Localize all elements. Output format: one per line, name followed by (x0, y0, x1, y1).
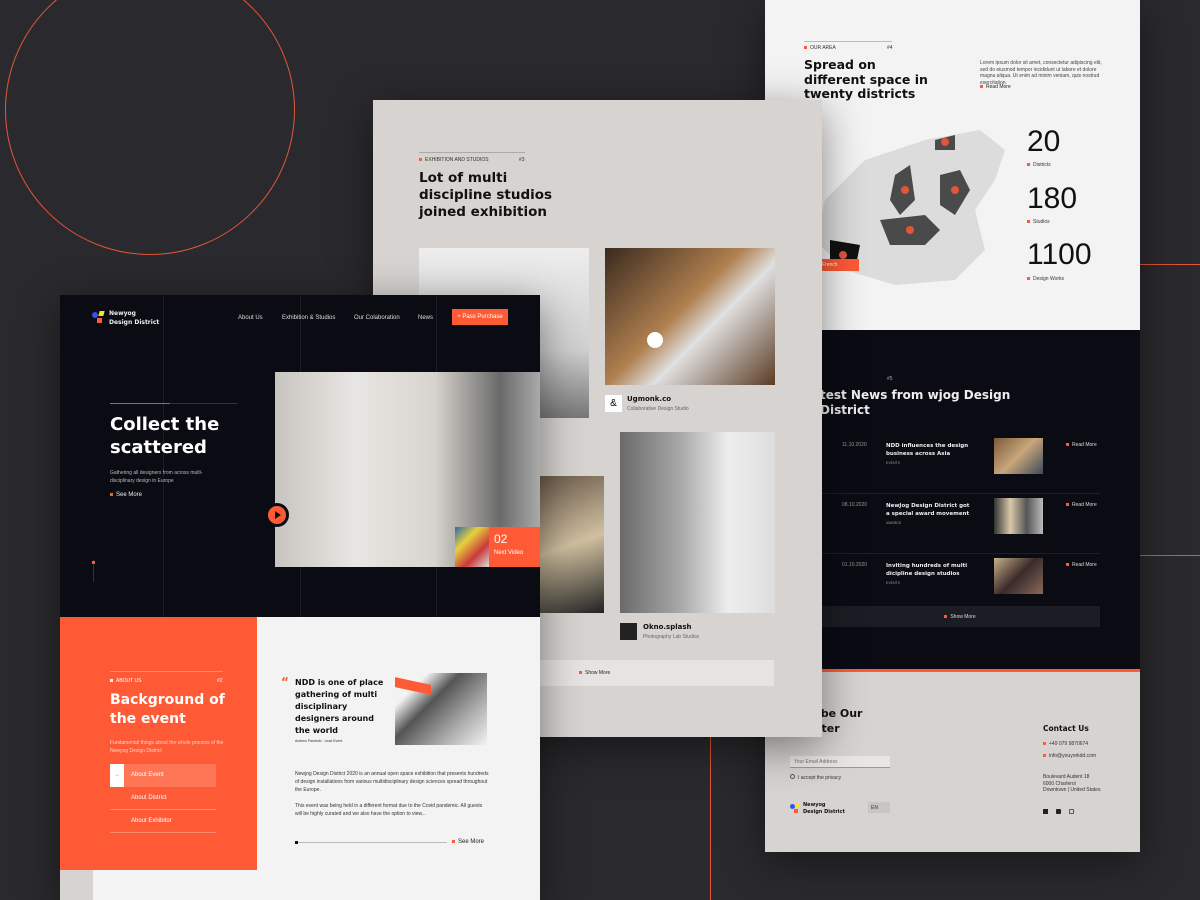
about-paragraph: Newjog Design District 2020 is an annual… (295, 771, 489, 793)
pass-purchase-button[interactable]: + Pass Purchase (452, 309, 508, 325)
news-item[interactable]: 11.10.2020 NDD influences the design bus… (820, 434, 1100, 494)
menu-about-exhibitor[interactable]: About Exhibitor (110, 810, 216, 833)
illustration (395, 673, 487, 745)
area-eyebrow: OUR AREA (810, 45, 836, 51)
see-more-link[interactable]: See More (110, 492, 142, 498)
studio-logo (620, 623, 637, 640)
quote-author: Andrew Parubski · Lead Event (295, 739, 343, 743)
map-tooltip: French (819, 259, 859, 271)
nav-exhibition[interactable]: Exhibition & Studios (282, 315, 335, 321)
about-subtitle: Fundamental things about the whole proce… (110, 740, 224, 754)
stat-label: Design Works (1027, 276, 1064, 282)
hero-title: Collect the scattered (110, 414, 220, 458)
about-index: #2 (217, 678, 223, 684)
email-contact: info@youyorkdd.com (1043, 753, 1096, 759)
read-more-link[interactable]: Read More (1066, 502, 1097, 508)
facebook-icon[interactable] (1043, 809, 1048, 814)
about-section: ABOUT US #2 Background of the event Fund… (60, 617, 257, 870)
read-more-link[interactable]: Read More (1066, 562, 1097, 568)
youtube-icon[interactable] (1056, 809, 1061, 814)
quote-icon: “ (281, 675, 289, 689)
news-thumbnail (994, 558, 1043, 594)
area-index: #4 (887, 45, 893, 51)
studio-logo: & (605, 395, 622, 412)
flag-icon (1027, 163, 1030, 167)
stat-label: Districts (1027, 162, 1051, 168)
exhibition-eyebrow: EXHIBITION AND STUDIOS (425, 157, 489, 163)
news-thumbnail (994, 438, 1043, 474)
studio-photo[interactable] (620, 432, 775, 613)
studio-desc: Collaborative Design Studio (627, 406, 689, 412)
decorative-line (1140, 264, 1200, 265)
quote-text: NDD is one of place gathering of multi d… (295, 678, 384, 735)
hero-subtitle: Gathering all designers from across mult… (110, 470, 203, 484)
area-title: Spread on different space in twenty dist… (804, 57, 928, 101)
studio-photo[interactable] (605, 248, 775, 385)
contact-title: Contact Us (1043, 724, 1089, 733)
nav-about-us[interactable]: About Us (238, 315, 263, 321)
privacy-checkbox[interactable]: I accept the privacy (790, 774, 841, 781)
studio-desc: Photography Lab Studios (643, 634, 700, 640)
home-panel: Newyog Design District About Us Exhibitio… (60, 295, 540, 900)
studio-name[interactable]: Ugmonk.co (627, 395, 671, 403)
exhibition-index: #3 (519, 157, 525, 163)
book-icon (1027, 277, 1030, 281)
menu-about-event[interactable]: → About Event (110, 764, 216, 787)
studio-photo[interactable] (540, 476, 604, 613)
decorative-line (710, 737, 711, 900)
email-input[interactable] (790, 756, 890, 768)
news-thumbnail (994, 498, 1043, 534)
stat-value: 180 (1027, 182, 1078, 215)
phone-icon (1043, 742, 1046, 746)
next-video-thumbnail[interactable] (455, 527, 489, 567)
about-title: Background of the event (110, 692, 225, 727)
read-more-link[interactable]: Read More (980, 84, 1011, 90)
instagram-icon[interactable] (1069, 809, 1074, 814)
news-item[interactable]: 08.10.2020 NewJog Design District got a … (820, 494, 1100, 554)
play-button[interactable] (265, 503, 289, 527)
stat-value: 20 (1027, 125, 1061, 158)
menu-about-district[interactable]: About District (110, 787, 216, 810)
logo[interactable]: Newyog Design District (92, 309, 172, 329)
about-paragraph: This event was being held in a different… (295, 803, 483, 817)
news-show-more-button[interactable]: Show More (820, 606, 1100, 627)
progress-bar (295, 842, 447, 843)
news-item[interactable]: 01.10.2020 Inviting hundreds of multi di… (820, 554, 1100, 604)
news-index: #5 (887, 376, 893, 382)
exhibition-title: Lot of multi discipline studios joined e… (419, 170, 553, 220)
studio-name[interactable]: Okno.splash (643, 623, 692, 631)
nav-collaboration[interactable]: Our Colaboration (354, 315, 400, 321)
about-see-more-link[interactable]: See More (452, 839, 484, 845)
news-title: test News from wjog Design District (820, 388, 1011, 417)
about-eyebrow: ABOUT US (116, 678, 142, 684)
area-body: Lorem ipsum dolor sit amet, consectetur … (980, 60, 1102, 86)
decorative-line (1140, 555, 1200, 556)
stat-value: 1100 (1027, 238, 1092, 271)
hero-section: Newyog Design District About Us Exhibitio… (60, 295, 540, 617)
nav-news[interactable]: News (418, 315, 433, 321)
decorative-circle (5, 0, 295, 255)
mail-icon (1043, 754, 1046, 758)
next-video-button[interactable]: 02 Next Video (489, 527, 540, 567)
pin-icon (1027, 220, 1030, 224)
read-more-link[interactable]: Read More (1066, 442, 1097, 448)
phone: +49 079 9870674 (1043, 741, 1088, 747)
play-icon[interactable] (647, 332, 663, 348)
address: Boulevard Audent 18 6000 Charleroi Downtow… (1043, 774, 1101, 793)
stat-label: Studios (1027, 219, 1050, 225)
language-selector[interactable]: EN (868, 802, 890, 813)
